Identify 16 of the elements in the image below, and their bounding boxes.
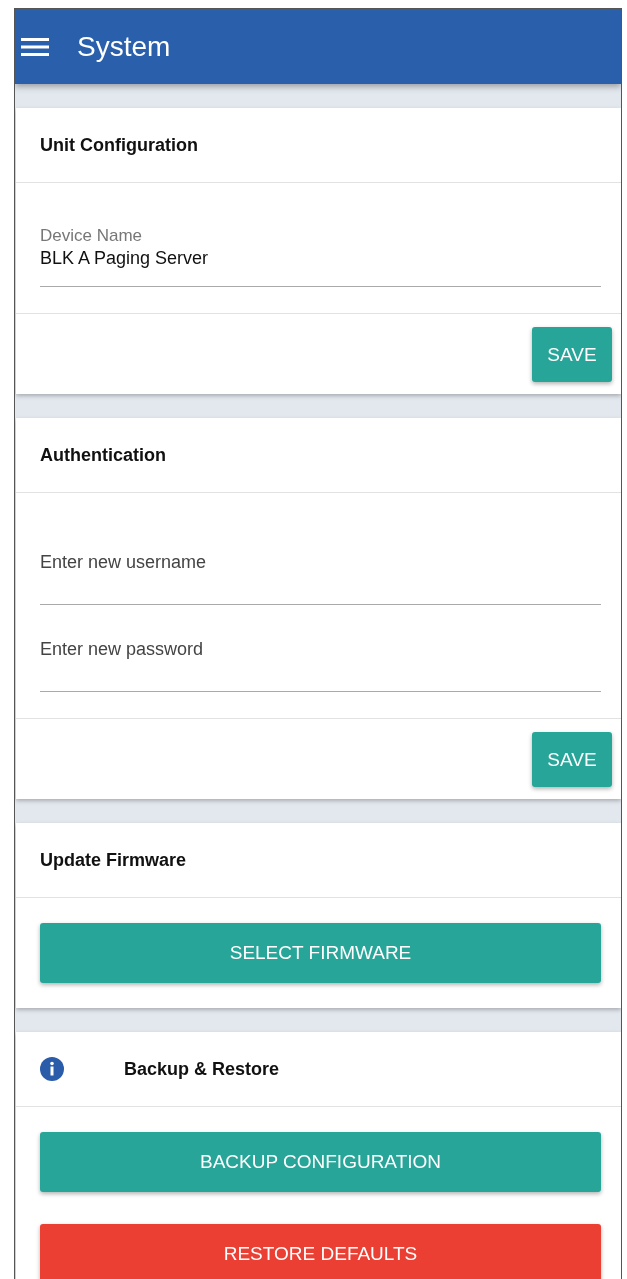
card-title: Unit Configuration	[40, 134, 198, 156]
card-title: Authentication	[40, 444, 166, 466]
card-title: Backup & Restore	[124, 1058, 280, 1080]
input-field[interactable]: Enter new password	[40, 627, 601, 692]
input-field[interactable]: Enter new username	[40, 540, 601, 605]
input-field[interactable]: BLK A Paging Server	[40, 246, 601, 287]
field-label: Device Name	[40, 226, 144, 246]
info-icon[interactable]	[40, 1057, 64, 1081]
page-title: System	[77, 30, 171, 63]
menu-icon[interactable]	[21, 36, 49, 57]
action-button[interactable]: BACKUP CONFIGURATION	[40, 1132, 601, 1192]
save-button[interactable]: SAVE	[532, 732, 612, 787]
action-button[interactable]: RESTORE DEFAULTS	[40, 1224, 601, 1279]
save-button[interactable]: SAVE	[532, 327, 612, 382]
action-button[interactable]: SELECT FIRMWARE	[40, 923, 601, 983]
card-title: Update Firmware	[40, 849, 187, 871]
